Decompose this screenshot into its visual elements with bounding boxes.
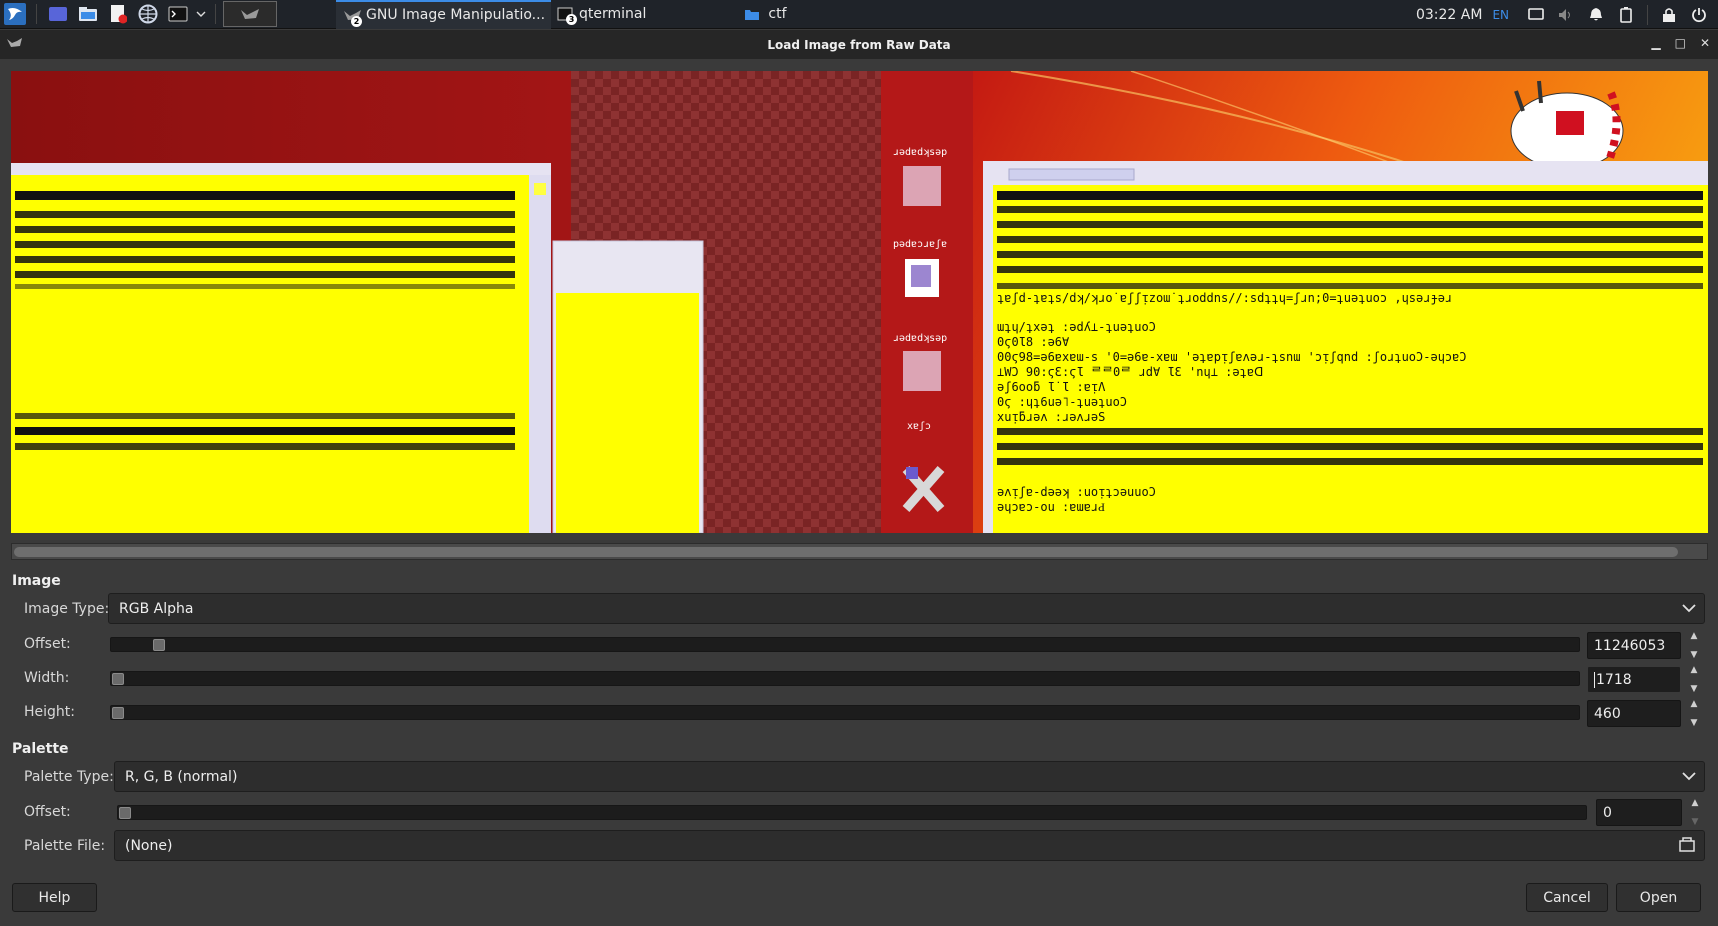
task-ctf[interactable]: ctf: [738, 0, 792, 29]
slider-knob[interactable]: [119, 807, 131, 819]
decrement-button[interactable]: ▼: [1691, 684, 1698, 694]
height-value: 460: [1594, 705, 1621, 722]
open-file-icon[interactable]: [1678, 837, 1696, 853]
preview-horizontal-scrollbar[interactable]: [11, 543, 1708, 560]
gimp-icon: [7, 38, 22, 47]
image-section-heading: Image: [12, 573, 61, 589]
increment-button[interactable]: ▲: [1691, 665, 1698, 675]
increment-button[interactable]: ▲: [1691, 631, 1698, 641]
width-slider[interactable]: [110, 671, 1580, 686]
slider-knob[interactable]: [153, 639, 165, 651]
help-button[interactable]: Help: [12, 883, 97, 912]
palette-offset-spinbutton[interactable]: 0 ▲ ▼: [1596, 798, 1698, 827]
tray-separator: [1647, 4, 1648, 25]
chevron-down-icon: [1682, 772, 1696, 781]
task-label: qterminal: [579, 6, 647, 22]
palette-offset-slider[interactable]: [117, 805, 1587, 820]
taskbar-separator: [36, 4, 37, 24]
palette-type-label: Palette Type:: [24, 769, 114, 785]
palette-file-label: Palette File:: [24, 838, 106, 854]
palette-offset-label: Offset:: [24, 804, 71, 820]
task-badge: 3: [566, 13, 578, 25]
power-icon[interactable]: [1690, 6, 1708, 24]
gimp-launcher-icon[interactable]: [223, 1, 277, 27]
width-spinbutton[interactable]: 1718 ▲ ▼: [1587, 665, 1697, 694]
task-gimp[interactable]: 2 GNU Image Manipulatio...: [336, 0, 552, 29]
dialog-titlebar: Load Image from Raw Data ▁ □ ✕: [0, 30, 1718, 59]
open-button[interactable]: Open: [1616, 883, 1701, 912]
decrement-button[interactable]: ▼: [1691, 718, 1698, 728]
height-slider[interactable]: [110, 705, 1580, 720]
desktop-icon-1: [903, 166, 941, 206]
image-type-value: RGB Alpha: [119, 600, 194, 617]
text-cursor: [1594, 671, 1595, 688]
file-manager-icon[interactable]: [74, 2, 102, 26]
task-label: ctf: [768, 6, 787, 22]
palette-type-select[interactable]: R, G, B (normal): [114, 761, 1705, 792]
image-type-select[interactable]: RGB Alpha: [108, 593, 1705, 624]
offset-label: Offset:: [24, 636, 71, 652]
chevron-down-icon: [1682, 604, 1696, 613]
notification-bell-icon[interactable]: [1587, 6, 1605, 24]
scrollbar-thumb[interactable]: [14, 547, 1678, 557]
clock[interactable]: 03:22 AM: [1416, 7, 1482, 23]
image-type-label: Image Type:: [24, 601, 110, 617]
close-button[interactable]: ✕: [1700, 36, 1710, 50]
display-icon[interactable]: [1527, 6, 1545, 24]
volume-icon[interactable]: [1557, 6, 1575, 24]
slider-knob[interactable]: [112, 707, 124, 719]
kali-menu-icon[interactable]: [1, 2, 29, 26]
offset-slider[interactable]: [110, 637, 1580, 652]
lock-icon[interactable]: [1660, 6, 1678, 24]
workspace-icon[interactable]: [44, 2, 72, 26]
terminal-icon[interactable]: [164, 2, 192, 26]
raw-data-preview: ɹǝdɐdʞsǝp pǝdɐɔɹɐʃɐ ɹǝdɐdʞsǝp xɐʃɔ ʇɐʃd-…: [11, 71, 1708, 533]
task-qterminal[interactable]: 3 qterminal: [551, 0, 652, 29]
width-value: 1718: [1596, 671, 1632, 688]
dialog-title: Load Image from Raw Data: [767, 37, 951, 52]
minimize-button[interactable]: ▁: [1651, 36, 1660, 50]
width-label: Width:: [24, 670, 70, 686]
maximize-button[interactable]: □: [1675, 36, 1686, 50]
keyboard-layout[interactable]: EN: [1492, 8, 1509, 22]
battery-icon[interactable]: [1617, 6, 1635, 24]
system-tray: 03:22 AM EN: [1416, 0, 1718, 29]
palette-section-heading: Palette: [12, 741, 69, 757]
taskbar: 2 GNU Image Manipulatio... 3 qterminal c…: [0, 0, 1718, 29]
launcher-dropdown-icon[interactable]: [194, 2, 208, 26]
decrement-button[interactable]: ▼: [1692, 817, 1699, 827]
height-label: Height:: [24, 704, 75, 720]
offset-value: 11246053: [1594, 637, 1666, 654]
decrement-button[interactable]: ▼: [1691, 650, 1698, 660]
cancel-button[interactable]: Cancel: [1526, 883, 1608, 912]
slider-knob[interactable]: [112, 673, 124, 685]
task-label: GNU Image Manipulatio...: [366, 7, 546, 23]
palette-type-value: R, G, B (normal): [125, 768, 238, 785]
increment-button[interactable]: ▲: [1692, 798, 1699, 808]
increment-button[interactable]: ▲: [1691, 699, 1698, 709]
palette-file-value: (None): [125, 837, 173, 854]
height-spinbutton[interactable]: 460 ▲ ▼: [1587, 699, 1697, 728]
offset-spinbutton[interactable]: 11246053 ▲ ▼: [1587, 631, 1697, 660]
text-editor-icon[interactable]: [104, 2, 132, 26]
palette-file-chooser[interactable]: (None): [114, 830, 1705, 861]
web-browser-icon[interactable]: [134, 2, 162, 26]
task-badge: 2: [351, 15, 362, 27]
folder-icon: [745, 9, 760, 20]
taskbar-separator: [215, 4, 216, 24]
palette-offset-value: 0: [1603, 804, 1612, 821]
